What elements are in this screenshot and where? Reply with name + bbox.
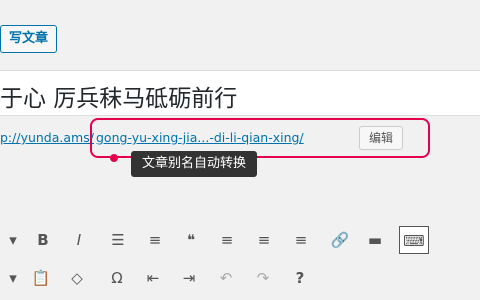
annotation-dot [110,154,118,162]
editor-toolbar-row-1: ▾ B I ☰ ≡ ❝ ≡ ≡ ≡ 🔗 ▬ ⌨ [0,226,480,256]
undo-icon[interactable]: ↶ [213,264,239,292]
read-more-icon[interactable]: ▬ [362,226,388,254]
editor-toolbar-row-2: ▾ 📋 ◇ Ω ⇤ ⇥ ↶ ↷ ? [0,264,480,294]
align-center-icon[interactable]: ≡ [251,226,277,254]
help-icon[interactable]: ? [287,264,313,292]
special-character-icon[interactable]: Ω [104,264,130,292]
permalink-base-link[interactable]: p://yunda.ams/ [0,130,94,145]
top-bar: 写文章 [0,0,480,68]
align-left-icon[interactable]: ≡ [214,226,240,254]
post-title-field[interactable]: 于心 厉兵秣马砥砺前行 [0,70,480,116]
numbered-list-icon[interactable]: ≡ [142,226,168,254]
slug-tooltip: 文章别名自动转换 [131,151,258,177]
blockquote-icon[interactable]: ❝ [178,226,204,254]
toolbar-toggle-icon[interactable]: ⌨ [399,226,429,254]
post-title-text: 于心 厉兵秣马砥砺前行 [0,86,238,112]
bullet-list-icon[interactable]: ☰ [105,226,131,254]
clear-formatting-icon[interactable]: ◇ [64,264,90,292]
text-color-dropdown-icon[interactable]: ▾ [0,264,26,292]
format-dropdown-icon[interactable]: ▾ [0,226,26,254]
align-right-icon[interactable]: ≡ [288,226,314,254]
bold-icon[interactable]: B [30,226,56,254]
write-post-button[interactable]: 写文章 [0,25,58,53]
outdent-icon[interactable]: ⇤ [140,264,166,292]
redo-icon[interactable]: ↷ [250,264,276,292]
italic-icon[interactable]: I [66,226,92,254]
link-icon[interactable]: 🔗 [327,226,353,254]
indent-icon[interactable]: ⇥ [176,264,202,292]
paste-text-icon[interactable]: 📋 [28,264,54,292]
